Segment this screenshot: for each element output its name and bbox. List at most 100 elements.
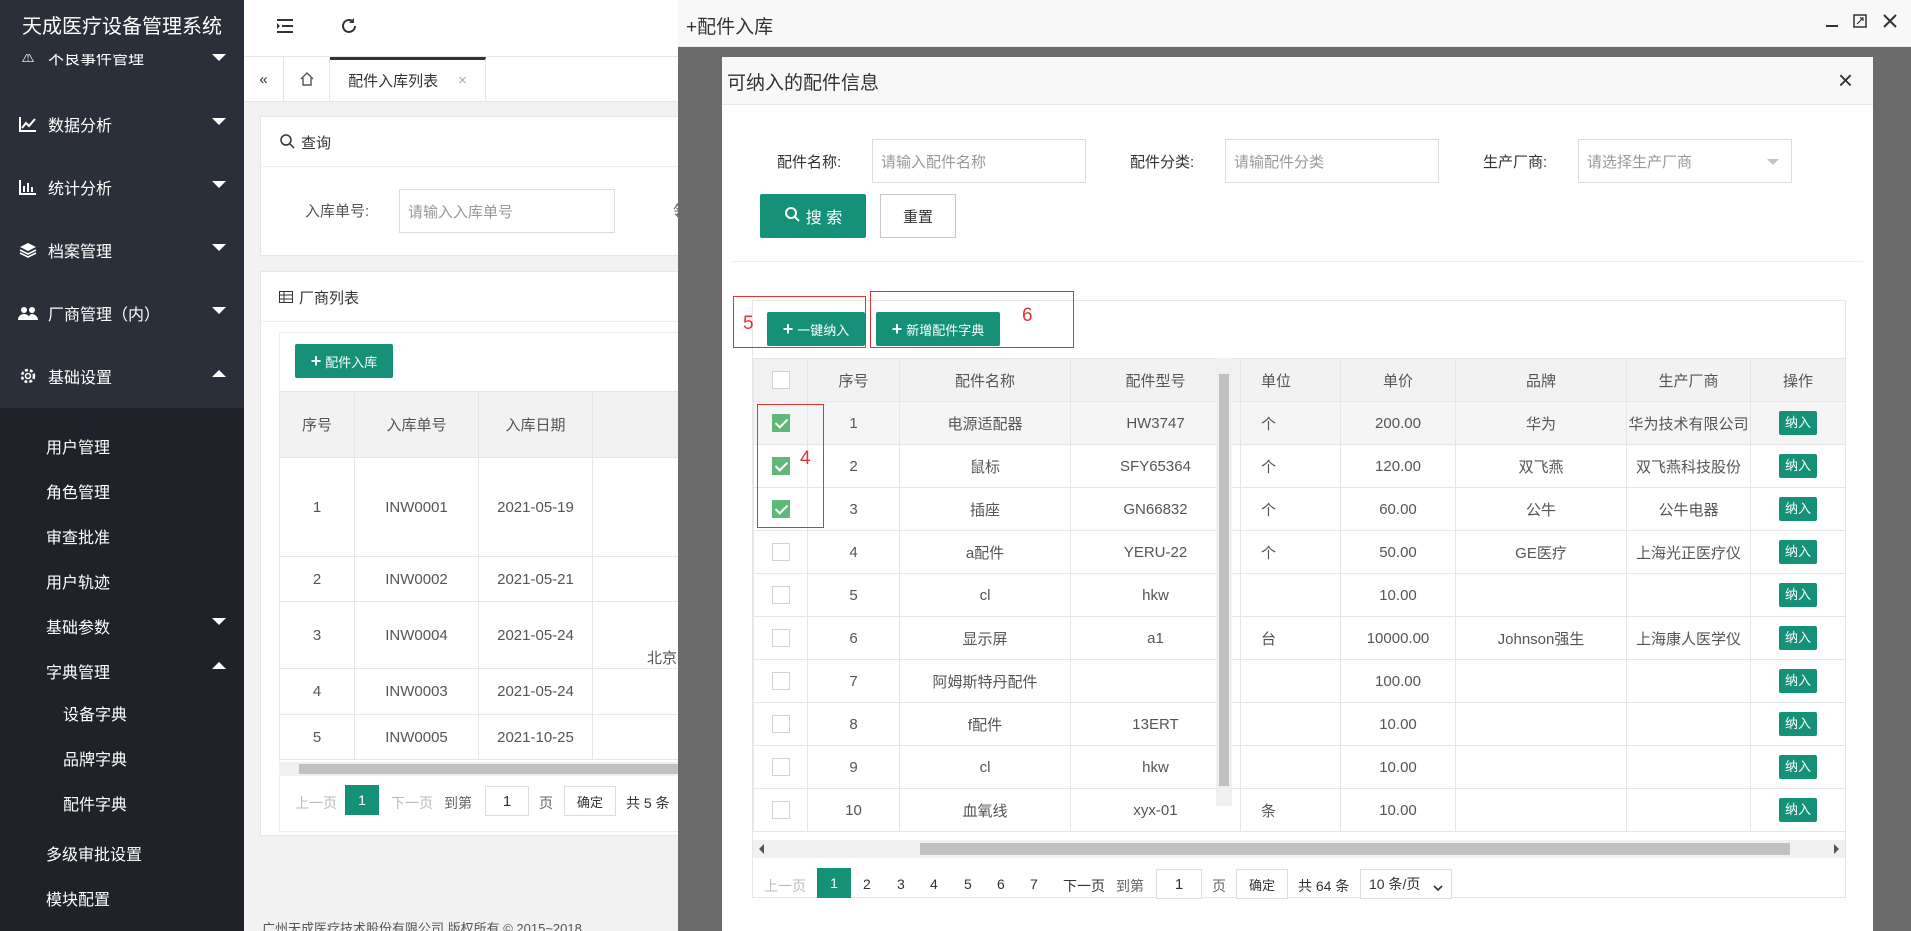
include-button[interactable]: 纳入 (1779, 712, 1817, 736)
close-icon[interactable] (1883, 14, 1897, 32)
pager-page[interactable]: 3 (897, 876, 905, 892)
minimize-icon[interactable] (1825, 14, 1839, 32)
pager-prev[interactable]: 上一页 (764, 876, 806, 896)
row-checkbox[interactable] (771, 543, 790, 562)
inbound-no-input[interactable]: 请输入入库单号 (399, 189, 615, 233)
select-cell[interactable] (753, 573, 808, 617)
table-row[interactable]: 9 cl hkw 10.00 纳入 (753, 745, 1845, 789)
sidebar-subitem[interactable]: 品牌字典 (63, 746, 127, 770)
include-button[interactable]: 纳入 (1779, 540, 1817, 564)
row-checkbox[interactable] (771, 801, 790, 820)
table-row[interactable]: 5 cl hkw 10.00 纳入 (753, 573, 1845, 617)
pager-confirm-button[interactable]: 确定 (1236, 869, 1288, 899)
pager-page[interactable]: 2 (863, 876, 871, 892)
sidebar-subitem[interactable]: 模块配置 (46, 886, 110, 910)
tab-parts-inbound-list[interactable]: 配件入库列表 × (330, 57, 486, 101)
search-button[interactable]: 搜 索 (760, 194, 866, 238)
sidebar-item-statistics[interactable]: 统计分析 (0, 155, 244, 218)
row-checkbox[interactable] (771, 629, 790, 648)
include-button[interactable]: 纳入 (1779, 626, 1817, 650)
part-category-input[interactable]: 请输配件分类 (1225, 139, 1439, 183)
sidebar-item-data-analysis[interactable]: 数据分析 (0, 92, 244, 155)
include-button[interactable]: 纳入 (1779, 454, 1817, 478)
row-checkbox[interactable] (771, 715, 790, 734)
select-all-checkbox[interactable] (771, 371, 790, 390)
table-row[interactable]: 1 电源适配器 HW3747 个 200.00 华为 华为技术有限公司 纳入 (753, 401, 1845, 445)
tabs-prev-icon[interactable]: « (244, 57, 284, 101)
vertical-scrollbar[interactable] (1216, 358, 1232, 806)
row-checkbox[interactable] (771, 672, 790, 691)
sidebar-subitem[interactable]: 角色管理 (46, 479, 110, 503)
include-button[interactable]: 纳入 (1779, 583, 1817, 607)
select-cell[interactable] (753, 702, 808, 746)
table-row[interactable]: 1 INW0001 2021-05-19 (279, 457, 699, 557)
sidebar-item-archives[interactable]: 档案管理 (0, 218, 244, 281)
sidebar-subitem[interactable]: 基础参数 (46, 614, 110, 638)
include-button[interactable]: 纳入 (1779, 755, 1817, 779)
sidebar-subitem[interactable]: 审查批准 (46, 524, 110, 548)
sidebar-subitem[interactable]: 配件字典 (63, 791, 127, 815)
pager-prev[interactable]: 上一页 (295, 793, 337, 813)
part-name-input[interactable]: 请输入配件名称 (872, 139, 1086, 183)
include-button[interactable]: 纳入 (1779, 798, 1817, 822)
col-header: 入库单号 (354, 391, 479, 458)
collapse-menu-icon[interactable] (276, 18, 294, 38)
table-row[interactable]: 2 INW0002 2021-05-21 (279, 556, 699, 602)
reset-button[interactable]: 重置 (880, 194, 956, 238)
include-button[interactable]: 纳入 (1779, 411, 1817, 435)
pager-goto-input[interactable]: 1 (1156, 869, 1202, 899)
table-row[interactable]: 10 血氧线 xyx-01 条 10.00 纳入 (753, 788, 1845, 832)
scrollbar-thumb[interactable] (1219, 374, 1229, 786)
select-all-cell[interactable] (753, 358, 808, 402)
pager-page[interactable]: 6 (997, 876, 1005, 892)
close-icon[interactable]: × (458, 72, 467, 89)
table-row[interactable]: 7 阿姆斯特丹配件 100.00 纳入 (753, 659, 1845, 703)
select-cell[interactable] (753, 745, 808, 789)
sidebar-subitem[interactable]: 字典管理 (46, 659, 110, 683)
table-row[interactable]: 2 鼠标 SFY65364 个 120.00 双飞燕 双飞燕科技股份 纳入 (753, 444, 1845, 488)
page-size-select[interactable]: 10 条/页 (1360, 869, 1452, 899)
pager-page[interactable]: 7 (1030, 876, 1038, 892)
pager-page[interactable]: 4 (930, 876, 938, 892)
pager-next[interactable]: 下一页 (391, 793, 433, 813)
sidebar-item-vendors[interactable]: 厂商管理（内） (0, 281, 244, 344)
horizontal-scrollbar[interactable] (753, 840, 1845, 858)
sidebar-subitem[interactable]: 用户管理 (46, 434, 110, 458)
table-row[interactable]: 4 a配件 YERU-22 个 50.00 GE医疗 上海光正医疗仪 纳入 (753, 530, 1845, 574)
pager-current[interactable]: 1 (345, 785, 379, 815)
parts-inbound-button[interactable]: + 配件入库 (295, 344, 393, 378)
scroll-right-icon[interactable] (1834, 844, 1839, 854)
horizontal-scrollbar[interactable] (279, 762, 699, 776)
refresh-icon[interactable] (340, 17, 358, 39)
sidebar-subitem[interactable]: 用户轨迹 (46, 569, 110, 593)
scroll-left-icon[interactable] (759, 844, 764, 854)
pager-current[interactable]: 1 (817, 868, 851, 898)
sidebar-subitem[interactable]: 多级审批设置 (46, 841, 142, 865)
include-button[interactable]: 纳入 (1779, 497, 1817, 521)
table-row[interactable]: 3 插座 GN66832 个 60.00 公牛 公牛电器 纳入 (753, 487, 1845, 531)
row-checkbox[interactable] (771, 586, 790, 605)
pager-page[interactable]: 5 (964, 876, 972, 892)
select-cell[interactable] (753, 530, 808, 574)
table-row[interactable]: 3 INW0004 2021-05-24 北京六 (279, 601, 699, 669)
sidebar-item-basic-settings[interactable]: 基础设置 (0, 344, 244, 407)
home-icon[interactable] (284, 57, 330, 101)
manufacturer-select[interactable]: 请选择生产厂商 (1578, 139, 1792, 183)
maximize-icon[interactable] (1853, 14, 1867, 32)
row-checkbox[interactable] (771, 758, 790, 777)
pager-next[interactable]: 下一页 (1063, 876, 1105, 896)
select-cell[interactable] (753, 616, 808, 660)
chevron-up-icon (212, 662, 226, 669)
pager-confirm-button[interactable]: 确定 (564, 786, 616, 816)
close-icon[interactable]: × (1838, 67, 1853, 93)
select-cell[interactable] (753, 659, 808, 703)
include-button[interactable]: 纳入 (1779, 669, 1817, 693)
table-row[interactable]: 4 INW0003 2021-05-24 (279, 668, 699, 715)
table-row[interactable]: 6 显示屏 a1 台 10000.00 Johnson强生 上海康人医学仪 纳入 (753, 616, 1845, 660)
pager-goto-input[interactable]: 1 (485, 786, 529, 816)
table-row[interactable]: 5 INW0005 2021-10-25 (279, 714, 699, 760)
select-cell[interactable] (753, 788, 808, 832)
sidebar-subitem[interactable]: 设备字典 (63, 701, 127, 725)
table-row[interactable]: 8 f配件 13ERT 10.00 纳入 (753, 702, 1845, 746)
scrollbar-thumb[interactable] (920, 843, 1790, 855)
